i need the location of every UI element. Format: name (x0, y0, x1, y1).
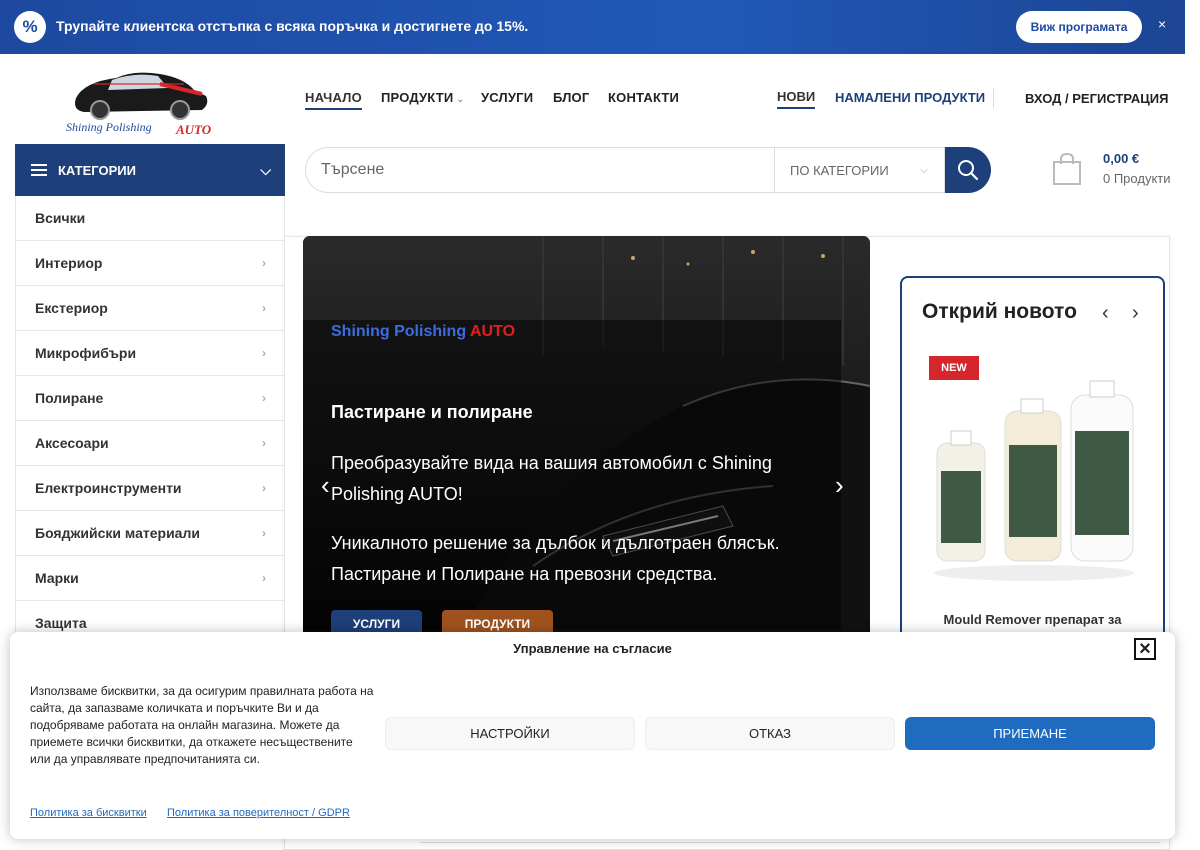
nav-contacts[interactable]: КОНТАКТИ (608, 90, 679, 105)
category-label: Интериор (35, 255, 103, 271)
search-input[interactable] (306, 161, 766, 179)
hero-brand-text: Shining Polishing (331, 323, 467, 340)
menu-icon (31, 164, 47, 176)
chevron-right-icon: › (262, 481, 266, 495)
hero-slider: Shining Polishing AUTO Пастиране и полир… (303, 236, 870, 656)
chevron-right-icon: › (262, 526, 266, 540)
category-label: Всички (35, 210, 86, 226)
divider (420, 842, 1160, 850)
category-select-label: ПО КАТЕГОРИИ (790, 162, 889, 178)
discover-new-widget: Открий новото ‹ › NEW Mould Remover преп… (900, 276, 1165, 656)
chevron-down-icon: ⌵ (260, 162, 271, 178)
category-label: Защита (35, 615, 87, 631)
nav-products-label: ПРОДУКТИ (381, 90, 454, 105)
hero-brand: Shining Polishing AUTO (331, 323, 515, 341)
category-label: Полиране (35, 390, 104, 406)
chevron-down-icon: ⌵ (920, 164, 928, 176)
nav-services[interactable]: УСЛУГИ (481, 90, 533, 105)
hero-title: Пастиране и полиране (331, 402, 533, 422)
category-item[interactable]: Марки › (16, 556, 284, 601)
chevron-right-icon: › (262, 346, 266, 360)
search-bar: ПО КАТЕГОРИИ ⌵ (305, 147, 945, 193)
nav-home[interactable]: НАЧАЛО (305, 90, 362, 110)
consent-text: Използваме бисквитки, за да осигурим пра… (30, 684, 374, 766)
nav-sale[interactable]: НАМАЛЕНИ ПРОДУКТИ (835, 90, 985, 105)
hero-brand-accent: AUTO (469, 323, 516, 340)
nav-products[interactable]: ПРОДУКТИ ⌄ (381, 90, 464, 105)
promo-bar: % Трупайте клиентска отстъпка с всяка по… (0, 0, 1185, 54)
category-label: Марки (35, 570, 79, 586)
shopping-bag-icon[interactable] (1052, 152, 1082, 186)
hero-paragraph: Преобразувайте вида на вашия автомобил с… (331, 453, 772, 504)
accept-button[interactable]: ПРИЕМАНЕ (905, 717, 1155, 750)
new-badge: NEW (929, 356, 979, 380)
category-item[interactable]: Полиране › (16, 376, 284, 421)
categories-toggle[interactable]: КАТЕГОРИИ ⌵ (15, 144, 285, 196)
category-label: Микрофибъри (35, 345, 137, 361)
chevron-down-icon: ⌄ (456, 94, 465, 104)
logo-accent: AUTO (175, 122, 212, 137)
category-label: Бояджийски материали (35, 525, 200, 541)
privacy-policy-link[interactable]: Политика за поверителност / GDPR (167, 807, 350, 819)
categories-title: КАТЕГОРИИ (58, 162, 136, 178)
close-icon[interactable]: × (1158, 16, 1166, 32)
divider (993, 88, 994, 108)
promo-text: Трупайте клиентска отстъпка с всяка поръ… (56, 18, 529, 34)
cart-total[interactable]: 0,00 € (1103, 151, 1139, 166)
cart-count[interactable]: 0 Продукти (1103, 171, 1171, 186)
view-program-button[interactable]: Виж програмата (1016, 11, 1142, 43)
chevron-right-icon: › (262, 391, 266, 405)
chevron-right-icon[interactable]: › (1132, 302, 1139, 325)
category-item[interactable]: Аксесоари › (16, 421, 284, 466)
category-item[interactable]: Микрофибъри › (16, 331, 284, 376)
product-image[interactable] (925, 373, 1143, 583)
chevron-left-icon[interactable]: ‹ (321, 470, 330, 501)
search-button[interactable] (945, 147, 991, 193)
nav-new[interactable]: НОВИ (777, 89, 816, 109)
category-label: Екстериор (35, 300, 108, 316)
chevron-right-icon: › (262, 301, 266, 315)
chevron-right-icon: › (262, 571, 266, 585)
chevron-right-icon[interactable]: › (835, 470, 844, 501)
close-icon[interactable]: × (1134, 638, 1156, 660)
consent-dialog: Управление на съгласие × Използваме биск… (10, 632, 1175, 839)
chevron-right-icon: › (262, 256, 266, 270)
category-item[interactable]: Електроинструменти › (16, 466, 284, 511)
category-item[interactable]: Всички (16, 196, 284, 241)
chevron-left-icon[interactable]: ‹ (1102, 302, 1109, 325)
category-label: Електроинструменти (35, 480, 182, 496)
category-list: Всички Интериор › Екстериор › Микрофибъри ›… (15, 196, 285, 646)
search-icon (958, 160, 979, 181)
category-item[interactable]: Интериор › (16, 241, 284, 286)
deny-button[interactable]: ОТКАЗ (645, 717, 895, 750)
category-label: Аксесоари (35, 435, 109, 451)
chevron-right-icon: › (262, 436, 266, 450)
site-logo[interactable]: Shining Polishing AUTO (64, 64, 216, 142)
hero-paragraph: Уникалното решение за дълбок и дълготрае… (331, 533, 780, 584)
product-name[interactable]: Mould Remover препарат за (902, 612, 1163, 627)
nav-blog[interactable]: БЛОГ (553, 90, 589, 105)
login-register-link[interactable]: ВХОД / РЕГИСТРАЦИЯ (1025, 91, 1168, 106)
percent-icon: % (14, 11, 46, 43)
logo-text: Shining Polishing (66, 120, 152, 134)
cookie-policy-link[interactable]: Политика за бисквитки (30, 807, 147, 819)
discover-title: Открий новото (922, 300, 1077, 323)
settings-button[interactable]: НАСТРОЙКИ (385, 717, 635, 750)
category-item[interactable]: Екстериор › (16, 286, 284, 331)
consent-title: Управление на съгласие (513, 641, 672, 656)
category-select[interactable]: ПО КАТЕГОРИИ ⌵ (774, 148, 944, 192)
category-item[interactable]: Бояджийски материали › (16, 511, 284, 556)
